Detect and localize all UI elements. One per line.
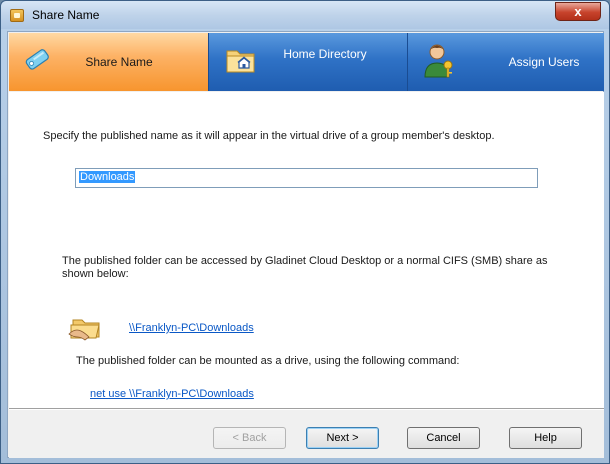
- access-description: The published folder can be accessed by …: [62, 255, 548, 280]
- dialog-body: Share Name Home Directory Assign Users S…: [7, 31, 604, 458]
- next-button[interactable]: Next >: [306, 427, 379, 449]
- mount-command-link[interactable]: net use \\Franklyn-PC\Downloads: [90, 388, 254, 400]
- mount-description: The published folder can be mounted as a…: [76, 355, 460, 367]
- wizard-tabs: Share Name Home Directory Assign Users: [9, 33, 604, 91]
- tab-assign-users[interactable]: Assign Users: [408, 33, 604, 91]
- close-button[interactable]: x: [555, 2, 601, 21]
- title-bar: Share Name x: [1, 1, 609, 29]
- share-name-input[interactable]: Downloads: [75, 168, 538, 188]
- tag-icon: [25, 49, 49, 70]
- instruction-text: Specify the published name as it will ap…: [43, 130, 495, 142]
- window-title: Share Name: [32, 8, 100, 22]
- divider: [9, 408, 604, 410]
- back-button[interactable]: < Back: [213, 427, 286, 449]
- shared-folder-icon: [68, 319, 100, 341]
- user-key-icon: [424, 44, 453, 78]
- tab-share-name[interactable]: Share Name: [9, 33, 209, 91]
- tab-home-directory[interactable]: Home Directory: [209, 33, 408, 91]
- tab-home-directory-label: Home Directory: [283, 47, 367, 61]
- help-button[interactable]: Help: [509, 427, 582, 449]
- share-name-dialog: Share Name x Share Name Home Directory A…: [0, 0, 610, 464]
- share-name-value: Downloads: [79, 171, 136, 183]
- cancel-button[interactable]: Cancel: [407, 427, 480, 449]
- app-icon: [10, 9, 24, 22]
- tab-share-name-label: Share Name: [85, 55, 153, 69]
- share-name-panel: Specify the published name as it will ap…: [9, 92, 604, 408]
- folder-home-icon: [226, 50, 255, 73]
- button-bar: < Back Next > Cancel Help: [9, 408, 604, 458]
- unc-path-link[interactable]: \\Franklyn-PC\Downloads: [129, 322, 254, 334]
- tab-assign-users-label: Assign Users: [508, 55, 580, 69]
